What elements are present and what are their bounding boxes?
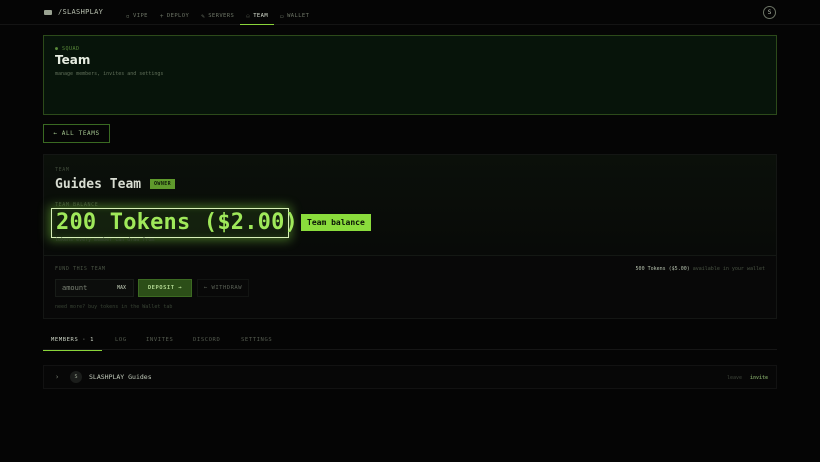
team-balance-value: 200 Tokens ($2.00) bbox=[56, 210, 299, 235]
nav-item-vipe[interactable]: ▫ VIPE bbox=[120, 8, 154, 24]
team-label: TEAM bbox=[55, 167, 70, 173]
tab-invites[interactable]: INVITES bbox=[146, 330, 173, 350]
logo-icon bbox=[44, 9, 52, 15]
nav-item-label: SERVERS bbox=[208, 13, 235, 19]
page-title: Team bbox=[55, 53, 91, 67]
tools-icon: ✎ bbox=[201, 12, 206, 20]
avatar-initial: S bbox=[74, 374, 78, 380]
leave-button[interactable]: leave bbox=[727, 375, 742, 381]
tab-discord[interactable]: DISCORD bbox=[193, 330, 220, 350]
list-item[interactable]: › S SLASHPLAY Guides leave invite bbox=[43, 365, 777, 389]
page-subtitle: manage members, invites and settings bbox=[55, 71, 164, 77]
deposit-button[interactable]: DEPOSIT → bbox=[138, 279, 192, 297]
nav-item-wallet[interactable]: ▭ WALLET bbox=[274, 8, 315, 24]
avatar: S bbox=[70, 371, 82, 383]
team-summary: TEAM Guides Team OWNER TEAM BALANCE 200 … bbox=[44, 155, 776, 256]
nav-item-label: VIPE bbox=[133, 13, 148, 19]
tab-members[interactable]: MEMBERS · 1 bbox=[42, 330, 103, 351]
nav-item-label: TEAM bbox=[253, 13, 269, 19]
team-tabs: MEMBERS · 1 LOG INVITES DISCORD SETTINGS bbox=[42, 330, 777, 351]
chevron-right-icon[interactable]: › bbox=[55, 373, 59, 381]
wallet-icon: ▭ bbox=[280, 12, 285, 20]
users-icon: ⚇ bbox=[246, 12, 251, 20]
brand-name: /SLASHPLAY bbox=[58, 8, 104, 16]
fund-note: need more? buy tokens in the Wallet tab bbox=[55, 304, 173, 310]
nav-item-label: WALLET bbox=[287, 13, 310, 19]
team-balance-tag: Team balance bbox=[301, 214, 371, 231]
nav-item-servers[interactable]: ✎ SERVERS bbox=[195, 8, 240, 24]
tab-log[interactable]: LOG bbox=[115, 330, 127, 350]
wallet-available: 500 Tokens ($5.00) available in your wal… bbox=[636, 266, 765, 272]
all-teams-back-button[interactable]: ← ALL TEAMS bbox=[43, 124, 110, 143]
nav-item-team[interactable]: ⚇ TEAM bbox=[240, 8, 274, 25]
tab-settings[interactable]: SETTINGS bbox=[241, 330, 272, 350]
balance-note: tokens every member can draw from bbox=[55, 237, 155, 243]
max-button[interactable]: MAX bbox=[117, 285, 126, 291]
nav-item-label: DEPLOY bbox=[166, 13, 190, 19]
wallet-amount: 500 Tokens ($5.00) bbox=[635, 266, 690, 272]
nav-items: ▫ VIPE + DEPLOY ✎ SERVERS ⚇ TEAM ▭ WALLE… bbox=[120, 8, 315, 25]
brand-logo[interactable]: /SLASHPLAY bbox=[44, 8, 103, 16]
section-eyebrow: ● SQUAD bbox=[55, 46, 80, 52]
invite-button[interactable]: invite bbox=[750, 375, 768, 381]
plus-icon: + bbox=[159, 12, 164, 20]
withdraw-button[interactable]: ← WITHDRAW bbox=[197, 279, 249, 297]
page-header: ● SQUAD Team manage members, invites and… bbox=[43, 35, 777, 115]
team-name: Guides Team bbox=[55, 177, 142, 192]
box-icon: ▫ bbox=[126, 12, 131, 20]
nav-item-deploy[interactable]: + DEPLOY bbox=[154, 8, 195, 24]
top-nav: /SLASHPLAY ▫ VIPE + DEPLOY ✎ SERVERS ⚇ T… bbox=[0, 0, 820, 25]
profile-avatar-button[interactable]: S bbox=[763, 6, 776, 19]
team-card: TEAM Guides Team OWNER TEAM BALANCE 200 … bbox=[43, 154, 777, 319]
fund-label: FUND THIS TEAM bbox=[55, 266, 106, 272]
balance-highlight: 200 Tokens ($2.00) bbox=[51, 208, 298, 238]
role-badge: OWNER bbox=[150, 179, 176, 189]
member-name: SLASHPLAY Guides bbox=[89, 373, 152, 381]
profile-initial: S bbox=[767, 9, 772, 16]
wallet-suffix: available in your wallet bbox=[692, 266, 765, 272]
